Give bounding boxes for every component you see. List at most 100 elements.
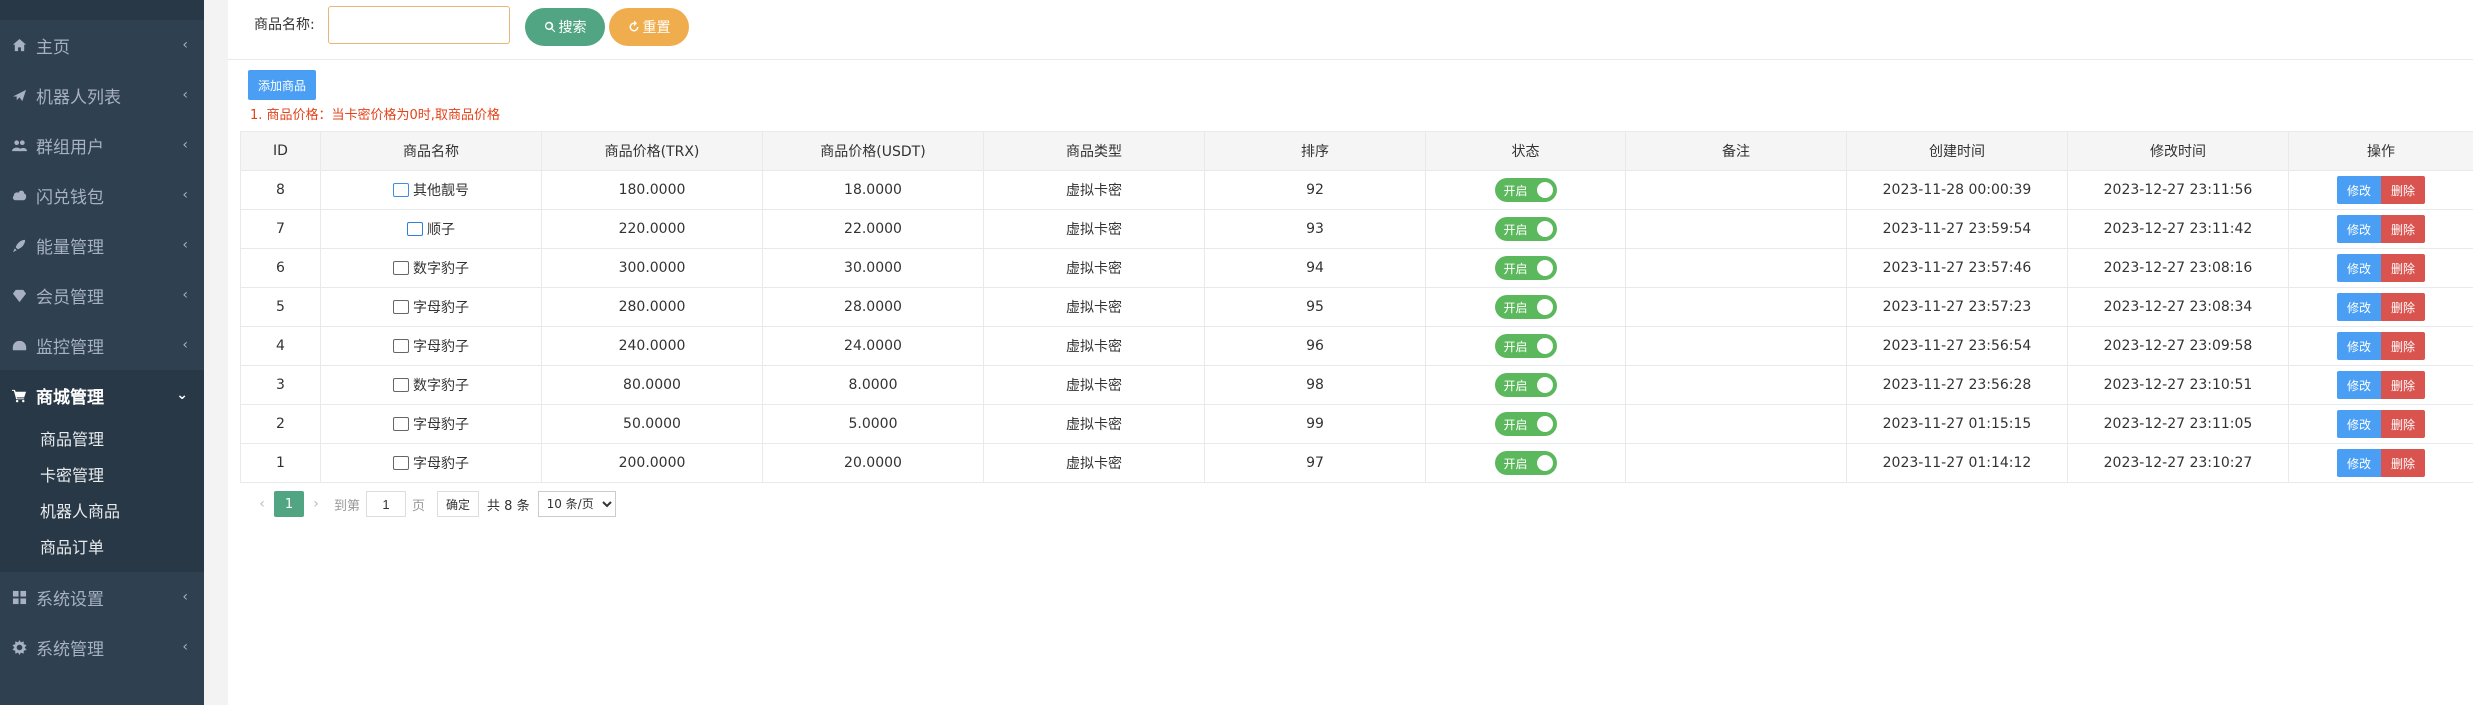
sidebar-item-label: 监控管理 (36, 337, 104, 358)
cell-price-usdt: 24.0000 (762, 326, 984, 366)
delete-button[interactable]: 删除 (2381, 176, 2425, 204)
delete-button[interactable]: 删除 (2381, 371, 2425, 399)
row-actions: 修改 删除 (2337, 254, 2425, 282)
edit-button[interactable]: 修改 (2337, 410, 2381, 438)
current-page[interactable]: 1 (274, 491, 304, 517)
status-toggle[interactable]: 开启 (1494, 451, 1557, 475)
edit-button[interactable]: 修改 (2337, 371, 2381, 399)
cell-actions: 修改 删除 (2288, 326, 2473, 366)
sidebar-subitem-products[interactable]: 商品管理 (0, 422, 204, 458)
col-header-id[interactable]: ID (240, 131, 321, 171)
search-button[interactable]: 搜索 (525, 8, 605, 46)
cart-icon (10, 386, 28, 404)
status-toggle[interactable]: 开启 (1494, 256, 1557, 280)
sidebar-item-mall[interactable]: 商城管理 ⌄ (0, 370, 204, 420)
status-toggle[interactable]: 开启 (1494, 178, 1557, 202)
search-label: 商品名称: (254, 17, 315, 33)
row-actions: 修改 删除 (2337, 176, 2425, 204)
chevron-left-icon: ‹ (182, 287, 188, 303)
sidebar-item-home[interactable]: 主页 ‹ (0, 20, 204, 70)
search-bar: 商品名称: 搜索 重置 (228, 0, 2473, 60)
add-product-button[interactable]: 添加商品 (248, 70, 316, 100)
cell-price-usdt: 30.0000 (762, 248, 984, 288)
sidebar-item-energy[interactable]: 能量管理 ‹ (0, 220, 204, 270)
edit-button[interactable]: 修改 (2337, 176, 2381, 204)
table-row: 2 字母豹子 50.0000 5.0000 虚拟卡密 99 开启 2023-11-27 01:… (240, 404, 2473, 444)
cell-id: 5 (240, 287, 321, 327)
col-header-remark[interactable]: 备注 (1625, 131, 1847, 171)
cell-created: 2023-11-27 01:14:12 (1846, 443, 2068, 483)
sidebar-subitem-card-keys[interactable]: 卡密管理 (0, 458, 204, 494)
col-header-status[interactable]: 状态 (1425, 131, 1626, 171)
toggle-knob (1536, 221, 1553, 237)
col-header-name[interactable]: 商品名称 (320, 131, 542, 171)
edit-button[interactable]: 修改 (2337, 332, 2381, 360)
sidebar-item-label: 机器人列表 (36, 87, 121, 108)
sidebar-subitem-orders[interactable]: 商品订单 (0, 530, 204, 566)
toggle-knob (1536, 260, 1553, 276)
reset-button[interactable]: 重置 (609, 8, 689, 46)
row-actions: 修改 删除 (2337, 293, 2425, 321)
cell-name: 其他靓号 (320, 170, 542, 210)
cell-price-usdt: 5.0000 (762, 404, 984, 444)
col-header-price-trx[interactable]: 商品价格(TRX) (541, 131, 763, 171)
cell-price-trx: 280.0000 (541, 287, 763, 327)
cell-status: 开启 (1425, 287, 1626, 327)
delete-button[interactable]: 删除 (2381, 410, 2425, 438)
status-toggle[interactable]: 开启 (1494, 412, 1557, 436)
cell-price-trx: 240.0000 (541, 326, 763, 366)
cell-sort: 96 (1204, 326, 1426, 366)
delete-button[interactable]: 删除 (2381, 293, 2425, 321)
edit-button[interactable]: 修改 (2337, 449, 2381, 477)
status-toggle-label: 开启 (1503, 300, 1528, 315)
sidebar-item-monitor[interactable]: 监控管理 ‹ (0, 320, 204, 370)
product-thumbnail (393, 338, 409, 353)
status-toggle[interactable]: 开启 (1494, 373, 1557, 397)
status-toggle[interactable]: 开启 (1494, 334, 1557, 358)
status-toggle-label: 开启 (1503, 378, 1528, 393)
sidebar-item-robot-list[interactable]: 机器人列表 ‹ (0, 70, 204, 120)
product-name-input[interactable] (328, 6, 510, 44)
sidebar-item-group-users[interactable]: 群组用户 ‹ (0, 120, 204, 170)
col-header-created[interactable]: 创建时间 (1846, 131, 2068, 171)
sidebar-item-flash-wallet[interactable]: 闪兑钱包 ‹ (0, 170, 204, 220)
col-header-sort[interactable]: 排序 (1204, 131, 1426, 171)
delete-button[interactable]: 删除 (2381, 254, 2425, 282)
edit-button[interactable]: 修改 (2337, 293, 2381, 321)
edit-button[interactable]: 修改 (2337, 254, 2381, 282)
edit-button[interactable]: 修改 (2337, 215, 2381, 243)
cell-modified: 2023-12-27 23:11:05 (2067, 404, 2289, 444)
next-page-icon[interactable]: › (304, 496, 328, 512)
delete-button[interactable]: 删除 (2381, 215, 2425, 243)
status-toggle-label: 开启 (1503, 261, 1528, 276)
col-header-modified[interactable]: 修改时间 (2067, 131, 2289, 171)
sidebar-item-members[interactable]: 会员管理 ‹ (0, 270, 204, 320)
status-toggle[interactable]: 开启 (1494, 295, 1557, 319)
cell-created: 2023-11-27 23:57:46 (1846, 248, 2068, 288)
sidebar-subitem-robot-products[interactable]: 机器人商品 (0, 494, 204, 530)
cell-sort: 95 (1204, 287, 1426, 327)
cell-created: 2023-11-27 23:59:54 (1846, 209, 2068, 249)
chevron-down-icon: ⌄ (176, 387, 188, 403)
cell-status: 开启 (1425, 326, 1626, 366)
col-header-type[interactable]: 商品类型 (983, 131, 1205, 171)
status-toggle[interactable]: 开启 (1494, 217, 1557, 241)
cell-price-trx: 220.0000 (541, 209, 763, 249)
delete-button[interactable]: 删除 (2381, 332, 2425, 360)
goto-page-input[interactable] (366, 491, 407, 517)
product-thumbnail (393, 299, 409, 314)
col-header-price-usdt[interactable]: 商品价格(USDT) (762, 131, 984, 171)
goto-confirm-button[interactable]: 确定 (437, 491, 480, 517)
page-size-select[interactable]: 10 条/页 (537, 491, 616, 517)
sidebar-item-system-admin[interactable]: 系统管理 ‹ (0, 622, 204, 672)
product-name: 字母豹子 (393, 414, 469, 434)
sidebar-item-system-settings[interactable]: 系统设置 ‹ (0, 572, 204, 622)
cell-id: 3 (240, 365, 321, 405)
row-actions: 修改 删除 (2337, 215, 2425, 243)
delete-button[interactable]: 删除 (2381, 449, 2425, 477)
chevron-left-icon: ‹ (182, 37, 188, 53)
chevron-left-icon: ‹ (182, 87, 188, 103)
chevron-left-icon: ‹ (182, 337, 188, 353)
toggle-knob (1536, 416, 1553, 432)
prev-page-icon[interactable]: ‹ (250, 496, 274, 512)
